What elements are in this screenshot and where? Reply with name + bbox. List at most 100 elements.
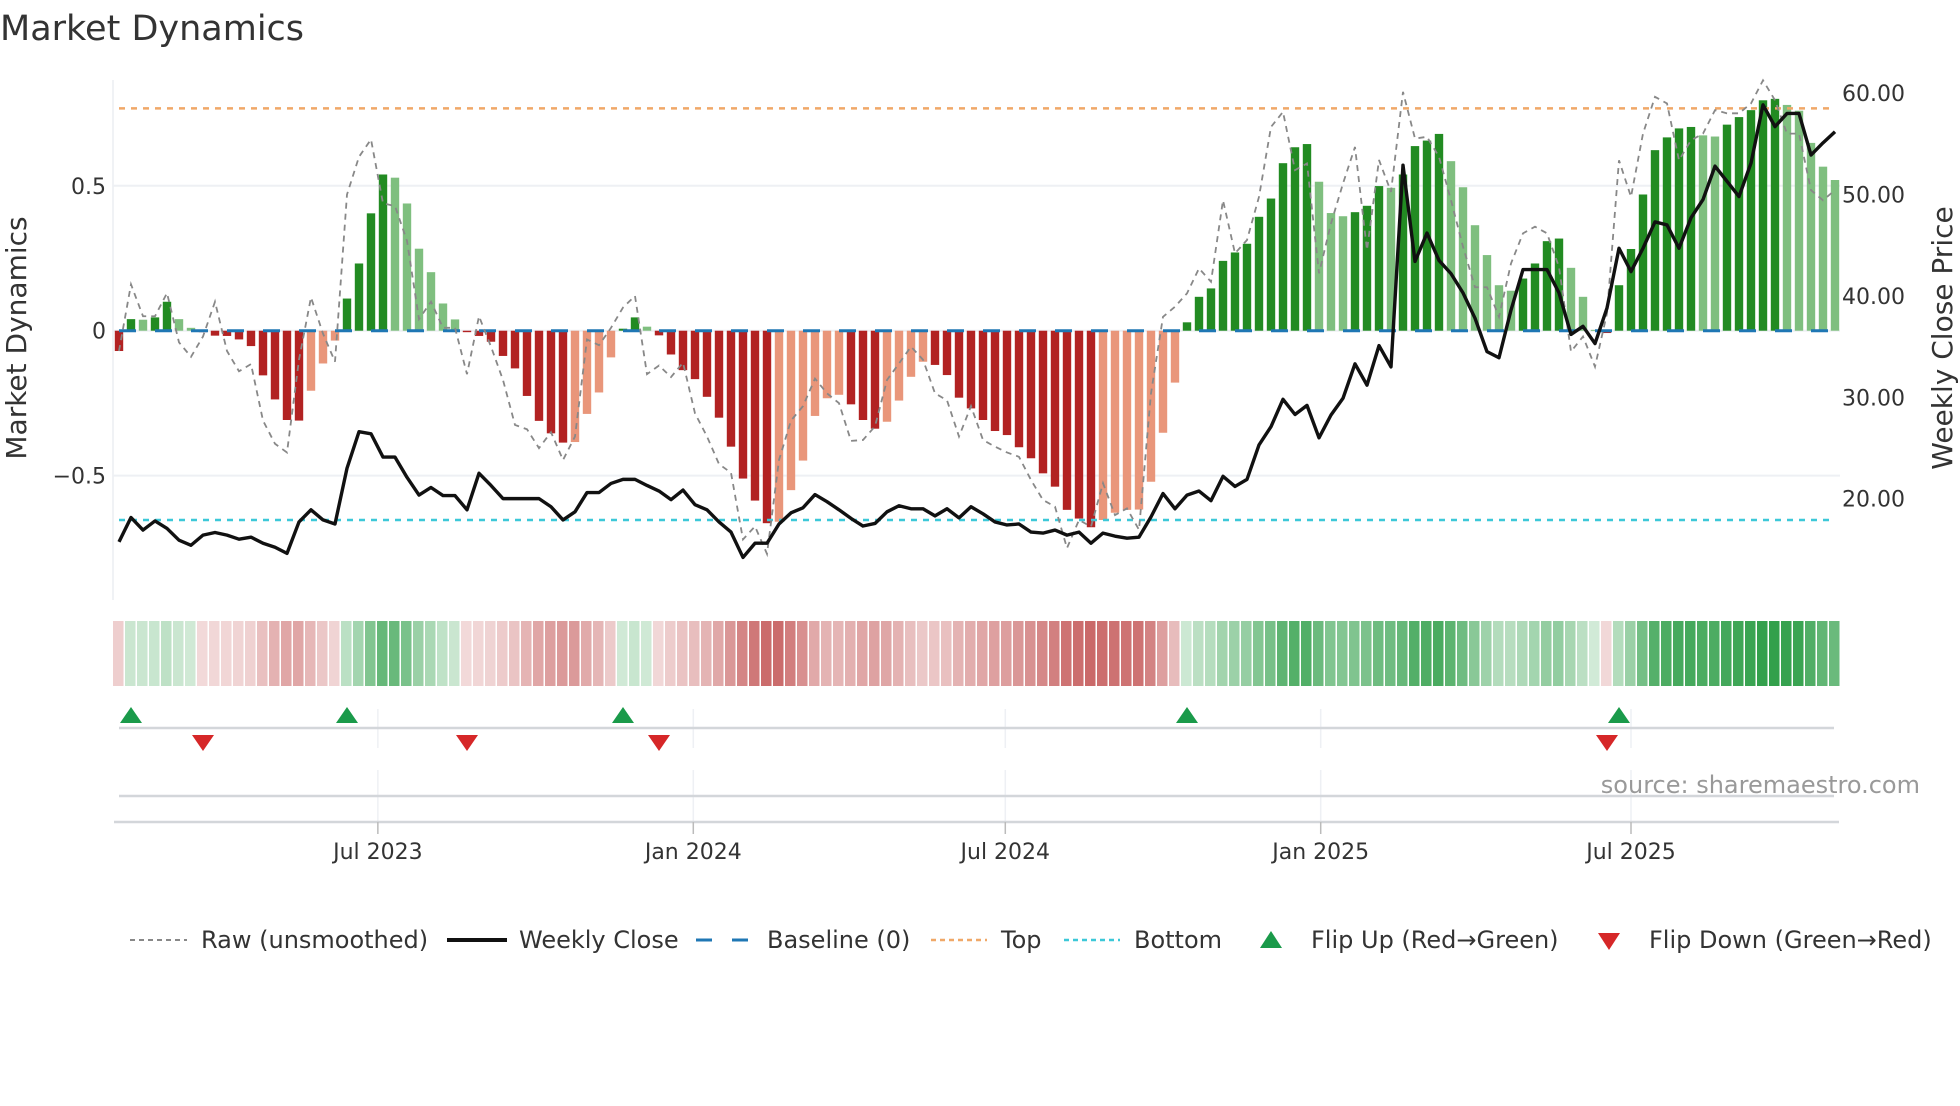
market-dynamics-chart: Market Dynamics Market Dynamics Weekly C… xyxy=(0,9,1959,954)
heat-strip-cell xyxy=(1121,621,1132,686)
heat-strip-cell xyxy=(1505,621,1516,686)
heat-strip-cell xyxy=(581,621,592,686)
heat-strip-cell xyxy=(701,621,712,686)
momentum-bar xyxy=(378,174,388,331)
y-tick-label-right: 50.00 xyxy=(1842,184,1905,209)
momentum-bar xyxy=(522,330,532,396)
x-tick-label: Jan 2025 xyxy=(1270,840,1369,865)
flip-down-marker xyxy=(648,735,670,751)
momentum-bar xyxy=(1242,243,1252,331)
heat-strip-cell xyxy=(305,621,316,686)
heat-strip-cell xyxy=(1541,621,1552,686)
heat-strip-cell xyxy=(1421,621,1432,686)
momentum-bar xyxy=(1350,212,1360,331)
momentum-bar xyxy=(270,330,280,400)
heat-strip-cell xyxy=(977,621,988,686)
legend-raw-label: Raw (unsmoothed) xyxy=(201,926,428,954)
heat-strip-cell xyxy=(1229,621,1240,686)
legend-close-label: Weekly Close xyxy=(519,926,679,954)
heat-strip-cell xyxy=(833,621,844,686)
momentum-bar xyxy=(558,330,568,443)
reference-lines xyxy=(119,107,1835,522)
heat-strip-cell xyxy=(1409,621,1420,686)
momentum-bar xyxy=(810,330,820,416)
momentum-bar xyxy=(1782,104,1792,331)
momentum-bar xyxy=(546,330,556,434)
momentum-bar xyxy=(1230,252,1240,331)
momentum-bar xyxy=(858,330,868,420)
momentum-bar xyxy=(702,330,712,397)
legend-item-flip-down[interactable]: Flip Down (Green→Red) xyxy=(1598,926,1932,954)
momentum-bar xyxy=(1050,330,1060,487)
heat-strip-cell xyxy=(461,621,472,686)
heat-strip-cell xyxy=(1073,621,1084,686)
heat-strip-cell xyxy=(1253,621,1264,686)
heat-strip-cell xyxy=(629,621,640,686)
heat-strip-cell xyxy=(1481,621,1492,686)
legend-item-baseline[interactable]: Baseline (0) xyxy=(696,926,910,954)
momentum-bar xyxy=(366,213,376,331)
momentum-bar xyxy=(306,330,316,391)
heat-strip-cell xyxy=(1709,621,1720,686)
flip-up-marker xyxy=(336,707,358,723)
x-tick-label: Jul 2024 xyxy=(959,840,1051,865)
heat-strip-cell xyxy=(1385,621,1396,686)
heat-strip-cell xyxy=(773,621,784,686)
momentum-bar xyxy=(1542,241,1552,331)
momentum-bar xyxy=(1254,216,1264,331)
momentum-bar xyxy=(786,330,796,491)
momentum-bar xyxy=(354,263,364,331)
heat-strip-cell xyxy=(1361,621,1372,686)
momentum-bar xyxy=(498,330,508,356)
legend-flip-down-label: Flip Down (Green→Red) xyxy=(1649,926,1932,954)
legend-item-bottom[interactable]: Bottom xyxy=(1064,926,1222,954)
x-axis: Jul 2023 Jan 2024 Jul 2024 Jan 2025 Jul 2025 xyxy=(114,820,1839,865)
momentum-bar xyxy=(570,330,580,443)
flip-up-marker xyxy=(1176,707,1198,723)
heat-strip-cell xyxy=(209,621,220,686)
heat-strip-cell xyxy=(653,621,664,686)
heat-strip-cell xyxy=(1589,621,1600,686)
regime-heat-strip xyxy=(113,621,1840,686)
momentum-bar xyxy=(1026,330,1036,459)
heat-strip-cell xyxy=(425,621,436,686)
heat-strip-cell xyxy=(437,621,448,686)
momentum-bar xyxy=(1794,110,1804,331)
heat-strip-cell xyxy=(161,621,172,686)
momentum-bar xyxy=(1758,100,1768,331)
legend-item-close[interactable]: Weekly Close xyxy=(447,926,679,954)
momentum-bar xyxy=(1158,330,1168,433)
heat-strip-cell xyxy=(1289,621,1300,686)
heat-strip-cell xyxy=(1529,621,1540,686)
momentum-bar xyxy=(1074,330,1084,519)
heat-strip-cell xyxy=(1097,621,1108,686)
heat-strip-cell xyxy=(941,621,952,686)
heat-strip-cell xyxy=(1109,621,1120,686)
heat-strip-cell xyxy=(365,621,376,686)
legend-bottom-label: Bottom xyxy=(1134,926,1222,954)
heat-strip-cell xyxy=(497,621,508,686)
momentum-bar xyxy=(438,303,448,331)
legend-item-raw[interactable]: Raw (unsmoothed) xyxy=(130,926,428,954)
heat-strip-cell xyxy=(593,621,604,686)
momentum-bar xyxy=(462,330,472,333)
legend-item-flip-up[interactable]: Flip Up (Red→Green) xyxy=(1260,926,1559,954)
momentum-bar xyxy=(1062,330,1072,510)
heat-strip-cell xyxy=(989,621,1000,686)
heat-strip-cell xyxy=(293,621,304,686)
momentum-bar xyxy=(1338,216,1348,331)
momentum-bar xyxy=(750,330,760,501)
y-tick-label-right: 40.00 xyxy=(1842,285,1905,310)
heat-strip-cell xyxy=(785,621,796,686)
flip-down-icon xyxy=(1598,933,1620,950)
heat-strip-cell xyxy=(1373,621,1384,686)
heat-strip-cell xyxy=(1493,621,1504,686)
momentum-bar xyxy=(1698,135,1708,331)
heat-strip-cell xyxy=(905,621,916,686)
heat-strip-cell xyxy=(929,621,940,686)
y-tick-label-right: 30.00 xyxy=(1842,386,1905,411)
heat-strip-cell xyxy=(1613,621,1624,686)
legend-item-top[interactable]: Top xyxy=(931,926,1042,954)
heat-strip-cell xyxy=(281,621,292,686)
momentum-bar xyxy=(1626,248,1636,331)
